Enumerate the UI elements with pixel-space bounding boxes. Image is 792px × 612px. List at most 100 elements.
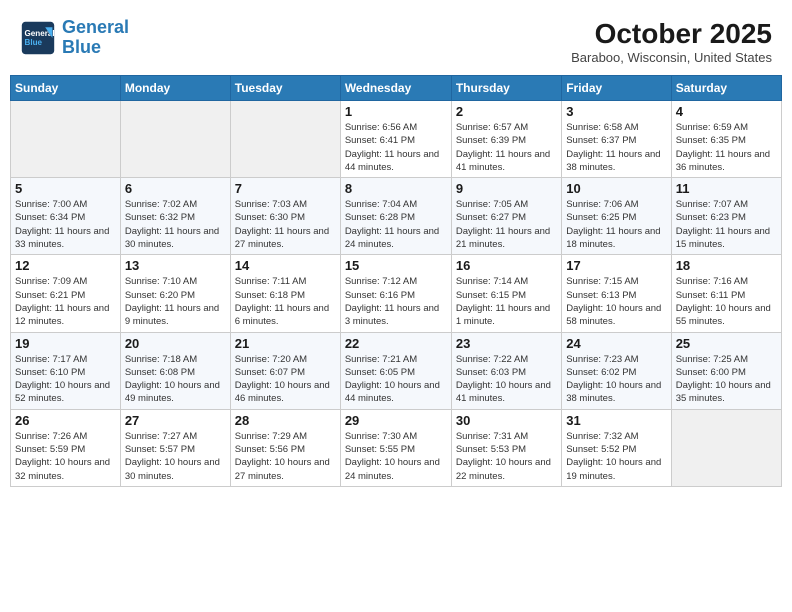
logo-line2: Blue: [62, 37, 101, 57]
day-info: Sunrise: 7:18 AMSunset: 6:08 PMDaylight:…: [125, 353, 226, 406]
logo: General Blue General Blue: [20, 18, 129, 58]
day-info: Sunrise: 7:03 AMSunset: 6:30 PMDaylight:…: [235, 198, 336, 251]
day-number: 30: [456, 413, 557, 428]
weekday-header-wednesday: Wednesday: [340, 76, 451, 101]
day-info: Sunrise: 7:31 AMSunset: 5:53 PMDaylight:…: [456, 430, 557, 483]
calendar-cell: 9 Sunrise: 7:05 AMSunset: 6:27 PMDaylight…: [451, 178, 561, 255]
day-number: 5: [15, 181, 116, 196]
calendar: SundayMondayTuesdayWednesdayThursdayFrid…: [10, 75, 782, 487]
day-number: 20: [125, 336, 226, 351]
weekday-header-sunday: Sunday: [11, 76, 121, 101]
calendar-cell: 23Sunrise: 7:22 AMSunset: 6:03 PMDayligh…: [451, 332, 561, 409]
calendar-cell: 20 Sunrise: 7:18 AMSunset: 6:08 PMDayligh…: [120, 332, 230, 409]
day-info: Sunrise: 7:00 AMSunset: 6:34 PMDaylight:…: [15, 198, 116, 251]
day-info: Sunrise: 7:15 AMSunset: 6:13 PMDaylight:…: [566, 275, 666, 328]
logo-icon: General Blue: [20, 20, 56, 56]
calendar-cell: 4 Sunrise: 6:59 AMSunset: 6:35 PMDaylight…: [671, 101, 781, 178]
calendar-cell: 10Sunrise: 7:06 AMSunset: 6:25 PMDayligh…: [562, 178, 671, 255]
svg-text:Blue: Blue: [25, 38, 43, 47]
weekday-header-tuesday: Tuesday: [230, 76, 340, 101]
weekday-header-row: SundayMondayTuesdayWednesdayThursdayFrid…: [11, 76, 782, 101]
calendar-cell: [120, 101, 230, 178]
day-info: Sunrise: 7:16 AMSunset: 6:11 PMDaylight:…: [676, 275, 777, 328]
day-info: Sunrise: 6:56 AMSunset: 6:41 PMDaylight:…: [345, 121, 447, 174]
day-number: 21: [235, 336, 336, 351]
calendar-cell: 6 Sunrise: 7:02 AMSunset: 6:32 PMDaylight…: [120, 178, 230, 255]
calendar-cell: 31 Sunrise: 7:32 AMSunset: 5:52 PMDayligh…: [562, 409, 671, 486]
day-number: 2: [456, 104, 557, 119]
calendar-cell: 16 Sunrise: 7:14 AMSunset: 6:15 PMDayligh…: [451, 255, 561, 332]
calendar-cell: 28Sunrise: 7:29 AMSunset: 5:56 PMDayligh…: [230, 409, 340, 486]
calendar-cell: 7 Sunrise: 7:03 AMSunset: 6:30 PMDaylight…: [230, 178, 340, 255]
day-number: 29: [345, 413, 447, 428]
day-number: 7: [235, 181, 336, 196]
day-number: 13: [125, 258, 226, 273]
day-number: 15: [345, 258, 447, 273]
day-info: Sunrise: 7:07 AMSunset: 6:23 PMDaylight:…: [676, 198, 777, 251]
day-info: Sunrise: 7:09 AMSunset: 6:21 PMDaylight:…: [15, 275, 116, 328]
calendar-cell: 25Sunrise: 7:25 AMSunset: 6:00 PMDayligh…: [671, 332, 781, 409]
day-info: Sunrise: 7:22 AMSunset: 6:03 PMDaylight:…: [456, 353, 557, 406]
day-info: Sunrise: 7:05 AMSunset: 6:27 PMDaylight:…: [456, 198, 557, 251]
day-number: 28: [235, 413, 336, 428]
day-number: 18: [676, 258, 777, 273]
day-info: Sunrise: 7:17 AMSunset: 6:10 PMDaylight:…: [15, 353, 116, 406]
calendar-cell: 15Sunrise: 7:12 AMSunset: 6:16 PMDayligh…: [340, 255, 451, 332]
calendar-cell: 8 Sunrise: 7:04 AMSunset: 6:28 PMDaylight…: [340, 178, 451, 255]
day-number: 26: [15, 413, 116, 428]
day-info: Sunrise: 7:32 AMSunset: 5:52 PMDaylight:…: [566, 430, 666, 483]
day-info: Sunrise: 6:59 AMSunset: 6:35 PMDaylight:…: [676, 121, 777, 174]
calendar-cell: 14 Sunrise: 7:11 AMSunset: 6:18 PMDayligh…: [230, 255, 340, 332]
day-number: 8: [345, 181, 447, 196]
calendar-cell: 22 Sunrise: 7:21 AMSunset: 6:05 PMDayligh…: [340, 332, 451, 409]
day-info: Sunrise: 7:30 AMSunset: 5:55 PMDaylight:…: [345, 430, 447, 483]
day-number: 16: [456, 258, 557, 273]
day-number: 17: [566, 258, 666, 273]
calendar-week-row: 1 Sunrise: 6:56 AMSunset: 6:41 PMDaylight…: [11, 101, 782, 178]
day-number: 14: [235, 258, 336, 273]
day-info: Sunrise: 7:02 AMSunset: 6:32 PMDaylight:…: [125, 198, 226, 251]
day-number: 24: [566, 336, 666, 351]
location-subtitle: Baraboo, Wisconsin, United States: [571, 50, 772, 65]
day-info: Sunrise: 7:10 AMSunset: 6:20 PMDaylight:…: [125, 275, 226, 328]
calendar-cell: 19 Sunrise: 7:17 AMSunset: 6:10 PMDayligh…: [11, 332, 121, 409]
day-info: Sunrise: 6:58 AMSunset: 6:37 PMDaylight:…: [566, 121, 666, 174]
day-number: 12: [15, 258, 116, 273]
day-number: 4: [676, 104, 777, 119]
calendar-cell: 27Sunrise: 7:27 AMSunset: 5:57 PMDayligh…: [120, 409, 230, 486]
logo-text: General Blue: [62, 18, 129, 58]
day-info: Sunrise: 7:27 AMSunset: 5:57 PMDaylight:…: [125, 430, 226, 483]
day-number: 1: [345, 104, 447, 119]
calendar-cell: [671, 409, 781, 486]
day-number: 9: [456, 181, 557, 196]
day-info: Sunrise: 7:14 AMSunset: 6:15 PMDaylight:…: [456, 275, 557, 328]
day-info: Sunrise: 7:06 AMSunset: 6:25 PMDaylight:…: [566, 198, 666, 251]
calendar-cell: [11, 101, 121, 178]
month-title: October 2025: [571, 18, 772, 50]
calendar-cell: 5 Sunrise: 7:00 AMSunset: 6:34 PMDaylight…: [11, 178, 121, 255]
day-number: 25: [676, 336, 777, 351]
day-info: Sunrise: 6:57 AMSunset: 6:39 PMDaylight:…: [456, 121, 557, 174]
day-number: 11: [676, 181, 777, 196]
calendar-cell: 13 Sunrise: 7:10 AMSunset: 6:20 PMDayligh…: [120, 255, 230, 332]
day-info: Sunrise: 7:04 AMSunset: 6:28 PMDaylight:…: [345, 198, 447, 251]
day-number: 6: [125, 181, 226, 196]
calendar-cell: 12 Sunrise: 7:09 AMSunset: 6:21 PMDayligh…: [11, 255, 121, 332]
day-info: Sunrise: 7:23 AMSunset: 6:02 PMDaylight:…: [566, 353, 666, 406]
header: General Blue General Blue October 2025 B…: [10, 10, 782, 69]
weekday-header-thursday: Thursday: [451, 76, 561, 101]
day-number: 31: [566, 413, 666, 428]
weekday-header-saturday: Saturday: [671, 76, 781, 101]
day-info: Sunrise: 7:26 AMSunset: 5:59 PMDaylight:…: [15, 430, 116, 483]
calendar-cell: 30 Sunrise: 7:31 AMSunset: 5:53 PMDayligh…: [451, 409, 561, 486]
calendar-week-row: 12 Sunrise: 7:09 AMSunset: 6:21 PMDayligh…: [11, 255, 782, 332]
calendar-cell: 11 Sunrise: 7:07 AMSunset: 6:23 PMDayligh…: [671, 178, 781, 255]
day-info: Sunrise: 7:11 AMSunset: 6:18 PMDaylight:…: [235, 275, 336, 328]
day-number: 22: [345, 336, 447, 351]
weekday-header-monday: Monday: [120, 76, 230, 101]
day-info: Sunrise: 7:21 AMSunset: 6:05 PMDaylight:…: [345, 353, 447, 406]
day-number: 19: [15, 336, 116, 351]
day-number: 3: [566, 104, 666, 119]
calendar-cell: 17 Sunrise: 7:15 AMSunset: 6:13 PMDayligh…: [562, 255, 671, 332]
calendar-cell: 29 Sunrise: 7:30 AMSunset: 5:55 PMDayligh…: [340, 409, 451, 486]
